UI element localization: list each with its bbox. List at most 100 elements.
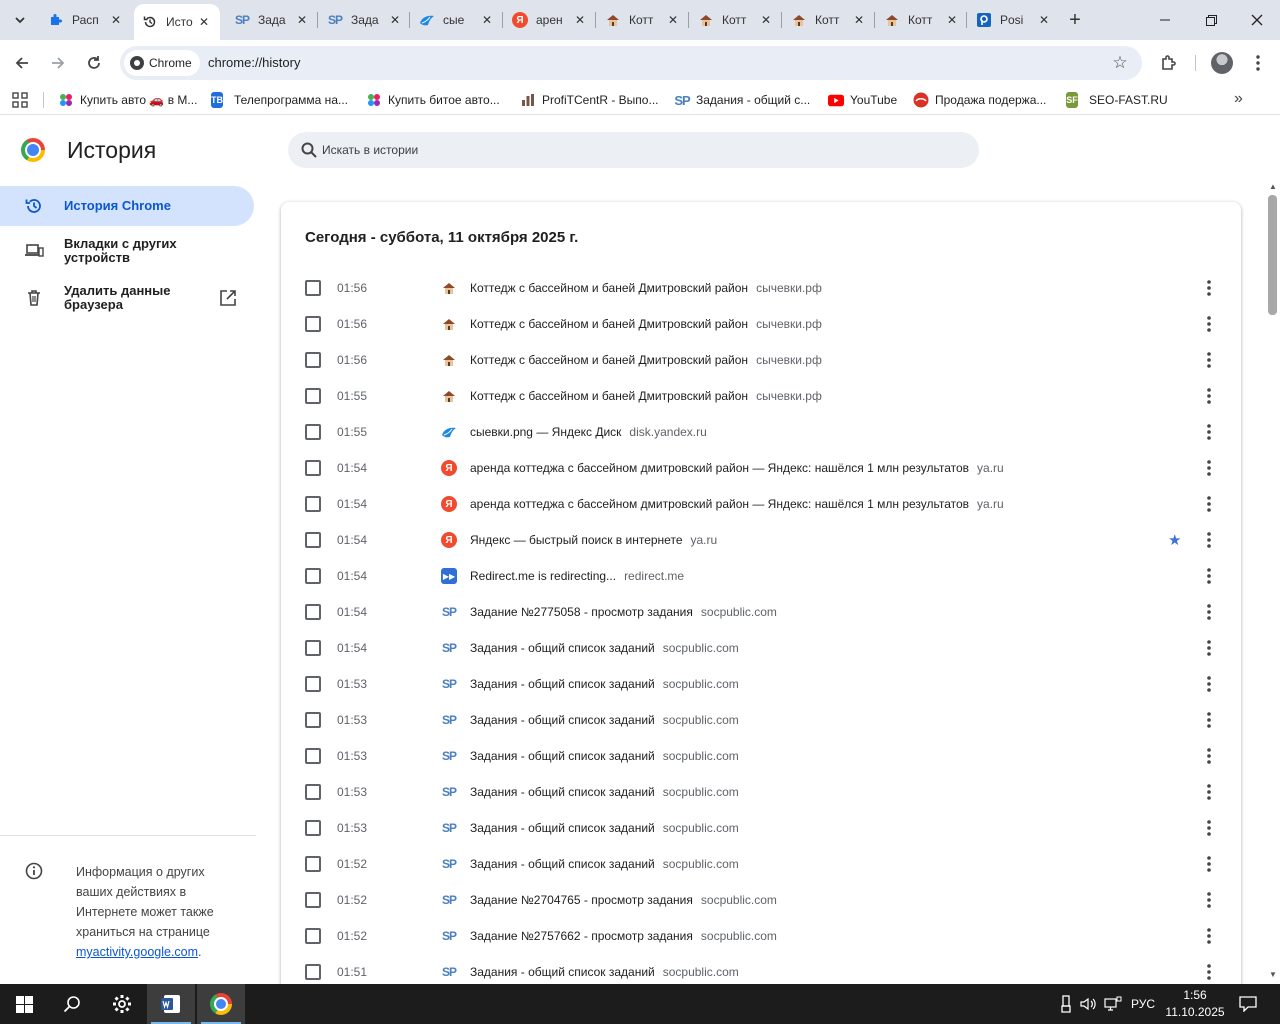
back-button[interactable] xyxy=(8,49,36,77)
bookmark-item[interactable]: ProfiTCentR - Выпо... xyxy=(520,90,658,110)
more-actions-icon[interactable] xyxy=(1201,278,1217,298)
bookmark-item[interactable]: Продажа подержа... xyxy=(913,90,1046,110)
reload-button[interactable] xyxy=(80,49,108,77)
tab-4[interactable]: SP Зада ✕ xyxy=(319,6,411,34)
network-icon[interactable] xyxy=(1103,994,1123,1014)
clock[interactable]: 1:56 11.10.2025 xyxy=(1160,987,1230,1021)
sidebar-item-clear-data[interactable]: Удалить данные браузера xyxy=(0,278,254,318)
tab-close-button[interactable]: ✕ xyxy=(479,12,495,28)
site-info-chip[interactable]: Chrome xyxy=(124,50,200,76)
history-entry[interactable]: 01:52 SP Задания - общий список заданий soc… xyxy=(281,846,1241,882)
entry-title-link[interactable]: Redirect.me is redirecting... redirect.me xyxy=(470,569,684,583)
entry-checkbox[interactable] xyxy=(305,460,321,476)
tab-9[interactable]: Котт ✕ xyxy=(783,6,875,34)
history-entry[interactable]: 01:54 Я Яндекс — быстрый поиск в интернете… xyxy=(281,522,1241,558)
url-text[interactable]: chrome://history xyxy=(208,55,300,70)
taskbar-search-button[interactable] xyxy=(48,984,96,1024)
entry-checkbox[interactable] xyxy=(305,784,321,800)
entry-checkbox[interactable] xyxy=(305,424,321,440)
tab-10[interactable]: Котт ✕ xyxy=(876,6,968,34)
new-tab-button[interactable]: + xyxy=(1063,8,1087,32)
entry-checkbox[interactable] xyxy=(305,892,321,908)
entry-title-link[interactable]: сыевки.png — Яндекс Диск disk.yandex.ru xyxy=(470,425,707,439)
entry-title-link[interactable]: аренда коттеджа с бассейном дмитровский … xyxy=(470,461,1004,475)
more-actions-icon[interactable] xyxy=(1201,710,1217,730)
history-entry[interactable]: 01:52 SP Задание №2757662 - просмотр задан… xyxy=(281,918,1241,954)
scroll-down-arrow[interactable]: ▼ xyxy=(1268,970,1278,980)
bookmark-item[interactable]: Купить битое авто... xyxy=(366,90,500,110)
entry-title-link[interactable]: Яндекс — быстрый поиск в интернете ya.ru xyxy=(470,533,717,547)
entry-title-link[interactable]: Задание №2757662 - просмотр задания socpu… xyxy=(470,929,777,943)
scroll-up-arrow[interactable]: ▲ xyxy=(1268,182,1278,192)
minimize-button[interactable] xyxy=(1142,0,1188,40)
more-actions-icon[interactable] xyxy=(1201,314,1217,334)
entry-title-link[interactable]: Коттедж с бассейном и баней Дмитровский … xyxy=(470,317,822,331)
bookmark-item[interactable]: SP Задания - общий с... xyxy=(674,90,810,110)
tab-5[interactable]: сые ✕ xyxy=(411,6,503,34)
entry-checkbox[interactable] xyxy=(305,712,321,728)
tab-close-button[interactable]: ✕ xyxy=(851,12,867,28)
history-entry[interactable]: 01:54 SP Задание №2775058 - просмотр задан… xyxy=(281,594,1241,630)
tab-close-button[interactable]: ✕ xyxy=(665,12,681,28)
history-entry[interactable]: 01:54 Яаренда коттеджа с бассейном дмитро… xyxy=(281,450,1241,486)
volume-icon[interactable] xyxy=(1078,994,1098,1014)
entry-checkbox[interactable] xyxy=(305,496,321,512)
history-search-box[interactable] xyxy=(288,132,979,168)
address-bar[interactable]: Chrome chrome://history ☆ xyxy=(120,46,1142,80)
entry-title-link[interactable]: Задания - общий список заданий socpublic.… xyxy=(470,749,739,763)
entry-checkbox[interactable] xyxy=(305,316,321,332)
close-window-button[interactable] xyxy=(1234,0,1280,40)
entry-title-link[interactable]: Задания - общий список заданий socpublic.… xyxy=(470,821,739,835)
history-entry[interactable]: 01:54 ▶▶ Redirect.me is redirecting... redi… xyxy=(281,558,1241,594)
menu-button[interactable] xyxy=(1244,49,1272,77)
tab-7[interactable]: Котт ✕ xyxy=(597,6,689,34)
bookmarked-star-icon[interactable]: ★ xyxy=(1168,531,1181,549)
entry-title-link[interactable]: Задание №2775058 - просмотр задания socpu… xyxy=(470,605,777,619)
entry-title-link[interactable]: Задания - общий список заданий socpublic.… xyxy=(470,677,739,691)
more-actions-icon[interactable] xyxy=(1201,494,1217,514)
taskbar-settings-button[interactable] xyxy=(98,984,146,1024)
more-actions-icon[interactable] xyxy=(1201,602,1217,622)
tab-11[interactable]: Posi ✕ xyxy=(968,6,1060,34)
history-entry[interactable]: 01:55 Коттедж с бассейном и баней Дмитров… xyxy=(281,378,1241,414)
history-entry[interactable]: 01:55 сыевки.png — Яндекс Диск disk.yandex… xyxy=(281,414,1241,450)
entry-checkbox[interactable] xyxy=(305,928,321,944)
entry-title-link[interactable]: Задание №2704765 - просмотр задания socpu… xyxy=(470,893,777,907)
history-entry[interactable]: 01:53 SP Задания - общий список заданий soc… xyxy=(281,774,1241,810)
entry-checkbox[interactable] xyxy=(305,604,321,620)
tab-close-button[interactable]: ✕ xyxy=(758,12,774,28)
tab-2[interactable]: Исто ✕ xyxy=(134,4,220,40)
tab-6[interactable]: Яарен ✕ xyxy=(504,6,596,34)
history-entry[interactable]: 01:56 Коттедж с бассейном и баней Дмитров… xyxy=(281,342,1241,378)
tab-close-button[interactable]: ✕ xyxy=(1036,12,1052,28)
restore-button[interactable] xyxy=(1188,0,1234,40)
bookmark-item[interactable]: YouTube xyxy=(828,90,897,110)
more-actions-icon[interactable] xyxy=(1201,782,1217,802)
more-actions-icon[interactable] xyxy=(1201,530,1217,550)
bookmark-item[interactable]: Купить авто 🚗 в М... xyxy=(58,90,197,110)
history-entry[interactable]: 01:53 SP Задания - общий список заданий soc… xyxy=(281,810,1241,846)
entry-checkbox[interactable] xyxy=(305,352,321,368)
history-entry[interactable]: 01:53 SP Задания - общий список заданий soc… xyxy=(281,738,1241,774)
history-entry[interactable]: 01:54 Яаренда коттеджа с бассейном дмитро… xyxy=(281,486,1241,522)
more-actions-icon[interactable] xyxy=(1201,926,1217,946)
apps-button[interactable] xyxy=(12,90,28,110)
tab-search-button[interactable] xyxy=(6,7,34,33)
tab-8[interactable]: Котт ✕ xyxy=(690,6,782,34)
tab-1[interactable]: Расп ✕ xyxy=(40,6,132,34)
entry-checkbox[interactable] xyxy=(305,676,321,692)
entry-checkbox[interactable] xyxy=(305,820,321,836)
more-actions-icon[interactable] xyxy=(1201,422,1217,442)
notifications-button[interactable] xyxy=(1236,994,1260,1014)
usb-device-icon[interactable] xyxy=(1057,994,1075,1014)
entry-checkbox[interactable] xyxy=(305,748,321,764)
entry-checkbox[interactable] xyxy=(305,280,321,296)
entry-title-link[interactable]: Коттедж с бассейном и баней Дмитровский … xyxy=(470,281,822,295)
more-actions-icon[interactable] xyxy=(1201,386,1217,406)
history-entry[interactable]: 01:54 SP Задания - общий список заданий soc… xyxy=(281,630,1241,666)
sidebar-item-other-devices[interactable]: Вкладки с других устройств xyxy=(0,231,254,271)
more-actions-icon[interactable] xyxy=(1201,674,1217,694)
more-actions-icon[interactable] xyxy=(1201,458,1217,478)
more-actions-icon[interactable] xyxy=(1201,638,1217,658)
tab-close-button[interactable]: ✕ xyxy=(387,12,403,28)
